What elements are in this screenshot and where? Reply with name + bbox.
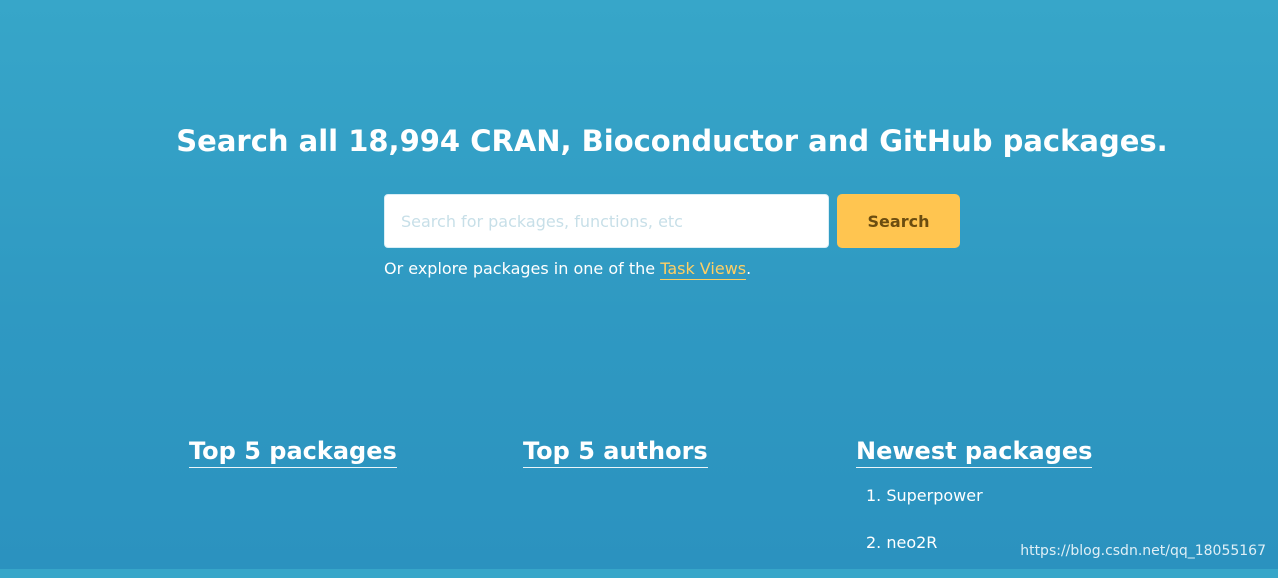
- task-views-link[interactable]: Task Views: [660, 259, 747, 280]
- newest-package-item[interactable]: 1. Superpower: [856, 484, 1156, 508]
- top-packages-title: Top 5 packages: [189, 437, 397, 468]
- explore-prefix: Or explore packages in one of the: [384, 259, 661, 278]
- watermark-text: https://blog.csdn.net/qq_18055167: [1020, 543, 1266, 559]
- search-input[interactable]: [384, 194, 829, 248]
- top-authors-title: Top 5 authors: [523, 437, 708, 468]
- explore-line: Or explore packages in one of the Task V…: [384, 259, 752, 280]
- hero-title: Search all 18,994 CRAN, Bioconductor and…: [176, 124, 1168, 158]
- search-button[interactable]: Search: [837, 194, 960, 248]
- newest-packages-title: Newest packages: [856, 437, 1093, 468]
- newest-packages-list: 1. Superpower 2. neo2R: [856, 484, 1156, 578]
- search-bar: Search: [384, 194, 960, 248]
- explore-suffix: .: [746, 259, 752, 278]
